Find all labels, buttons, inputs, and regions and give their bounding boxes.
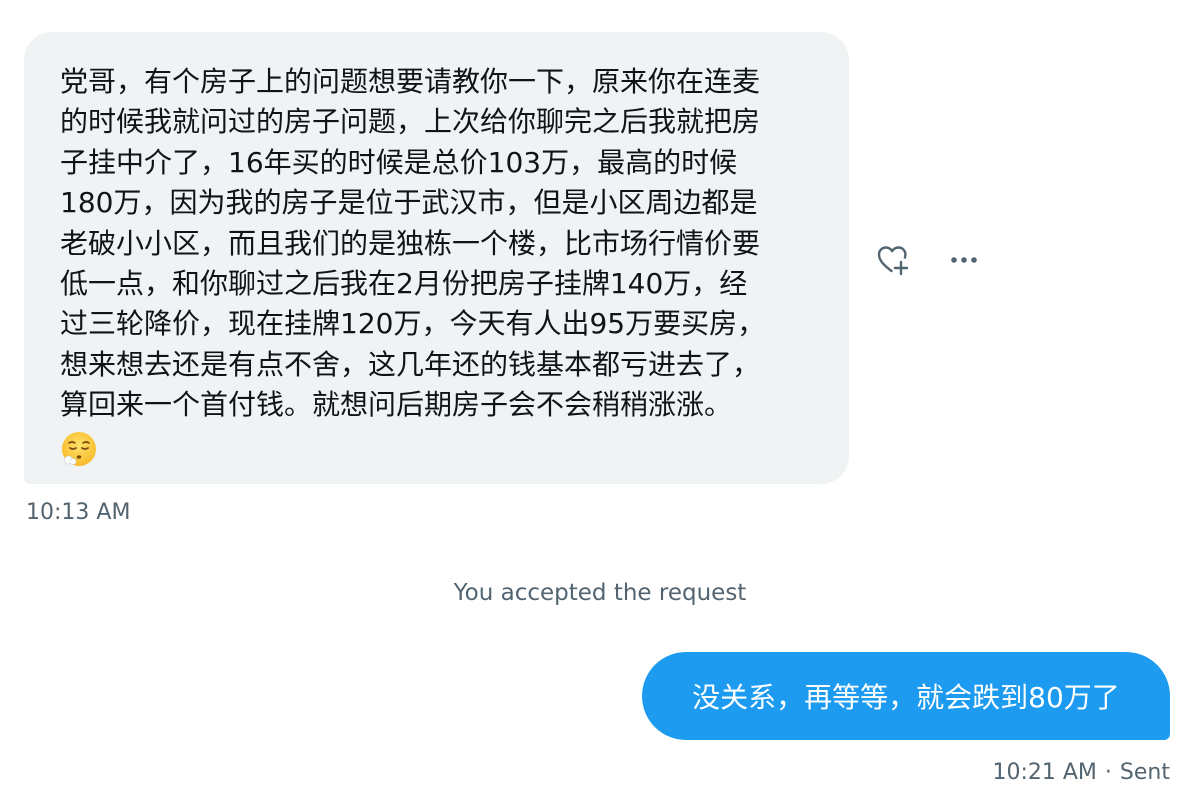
received-message-line: 低一点，和你聊过之后我在2月份把房子挂牌140万，经 [60, 267, 748, 301]
sent-timestamp: 10:21 AM [992, 760, 1097, 785]
received-message-bubble[interactable]: 党哥，有个房子上的问题想要请教你一下，原来你在连麦 的时候我就问过的房子问题，上… [24, 32, 849, 484]
received-message-line: 180万，因为我的房子是位于武汉市，但是小区周边都是 [60, 186, 758, 220]
received-message-line: 子挂中介了，16年买的时候是总价103万，最高的时候 [60, 145, 738, 179]
received-message-line: 的时候我就问过的房子问题，上次给你聊完之后我就把房 [60, 105, 761, 139]
sent-message-bubble[interactable]: 没关系，再等等，就会跌到80万了 [642, 652, 1170, 740]
message-actions [872, 238, 992, 282]
add-reaction-heart-icon[interactable] [872, 238, 916, 282]
request-accepted-notice: You accepted the request [453, 580, 747, 606]
received-message-line: 老破小小区，而且我们的是独栋一个楼，比市场行情价要 [60, 226, 761, 260]
sent-status: Sent [1119, 760, 1170, 785]
relieved-face-exhale-emoji-icon [60, 430, 98, 468]
sent-message-text: 没关系，再等等，就会跌到80万了 [692, 681, 1120, 714]
more-horizontal-icon[interactable] [942, 238, 986, 282]
received-message-line: 想来想去还是有点不舍，这几年还的钱基本都亏进去了， [60, 347, 761, 381]
received-message-line: 过三轮降价，现在挂牌120万，今天有人出95万要买房， [60, 307, 766, 341]
received-message-line: 党哥，有个房子上的问题想要请教你一下，原来你在连麦 [60, 65, 761, 98]
received-message-text: 党哥，有个房子上的问题想要请教你一下，原来你在连麦 的时候我就问过的房子问题，上… [60, 62, 815, 426]
received-timestamp: 10:13 AM [26, 500, 131, 525]
timestamp-separator: · [1104, 760, 1112, 785]
received-message-line: 算回来一个首付钱。就想问后期房子会不会稍稍涨涨。 [60, 388, 733, 422]
sent-timestamp-status: 10:21 AM · Sent [992, 760, 1170, 785]
